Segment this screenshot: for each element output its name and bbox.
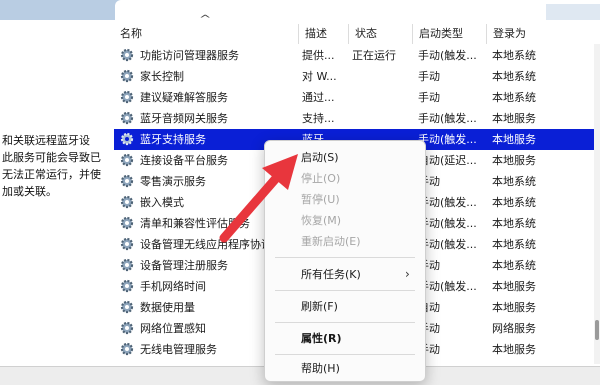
service-status xyxy=(352,66,412,87)
service-logon-as: 本地系统 xyxy=(492,238,536,251)
service-logon-as: 本地系统 xyxy=(492,49,536,62)
gear-icon xyxy=(120,153,134,167)
menu-item-label: 启动(S) xyxy=(301,151,339,164)
column-header-name[interactable]: 名称 xyxy=(114,24,298,44)
service-startup-type: 手动 xyxy=(418,343,440,356)
service-description: 对 W... xyxy=(302,70,337,83)
service-startup-type: 手动 xyxy=(418,322,440,335)
menu-item-label: 暂停(U) xyxy=(301,193,340,206)
service-logon-as: 网络服务 xyxy=(492,322,536,335)
service-startup-type: 手动 xyxy=(418,70,440,83)
service-logon-as: 本地系统 xyxy=(492,91,536,104)
service-startup-type: 自动 xyxy=(418,301,440,314)
menu-item-start[interactable]: 启动(S) xyxy=(265,147,425,168)
service-startup-type: 手动(触发... xyxy=(418,280,477,293)
gear-icon xyxy=(120,300,134,314)
service-row[interactable]: 家长控制 对 W... 手动 本地系统 xyxy=(114,66,600,87)
top-right-tab xyxy=(546,4,600,20)
window-top-band xyxy=(0,0,600,20)
column-header-startup-type[interactable]: 启动类型 xyxy=(412,24,486,44)
service-description: 提供... xyxy=(302,49,335,62)
vertical-scrollbar[interactable] xyxy=(594,44,600,364)
menu-item-help[interactable]: 帮助(H) xyxy=(265,358,425,379)
service-logon-as: 本地服务 xyxy=(492,301,536,314)
service-logon-as: 本地系统 xyxy=(492,217,536,230)
service-startup-type: 手动 xyxy=(418,175,440,188)
menu-item-restart: 重新启动(E) xyxy=(265,231,425,252)
menu-item-label: 恢复(M) xyxy=(301,214,342,227)
service-name: 蓝牙音频网关服务 xyxy=(140,112,228,125)
gear-icon xyxy=(120,69,134,83)
service-logon-as: 本地系统 xyxy=(492,259,536,272)
service-logon-as: 本地服务 xyxy=(492,133,536,146)
column-header-logon-as[interactable]: 登录为 xyxy=(486,24,566,44)
service-logon-as: 本地系统 xyxy=(492,70,536,83)
service-row[interactable]: 蓝牙音频网关服务 支持... 手动(触发... 本地服务 xyxy=(114,108,600,129)
service-description-text: 和关联远程蓝牙设 此服务可能会导致已 无法正常运行，并使 加或关联。 xyxy=(2,134,101,198)
scrollbar-thumb[interactable] xyxy=(595,320,599,340)
menu-item-label: 所有任务(K) xyxy=(301,268,361,281)
gear-icon xyxy=(120,321,134,335)
service-startup-type: 自动(延迟... xyxy=(418,154,477,167)
extended-description-panel: 和关联远程蓝牙设 此服务可能会导致已 无法正常运行，并使 加或关联。 xyxy=(0,20,114,384)
menu-item-properties[interactable]: 属性(R) xyxy=(265,328,425,349)
menu-item-resume: 恢复(M) xyxy=(265,210,425,231)
service-logon-as: 本地服务 xyxy=(492,343,536,356)
menu-item-refresh[interactable]: 刷新(F) xyxy=(265,296,425,317)
menu-separator xyxy=(275,290,415,291)
gear-icon xyxy=(120,279,134,293)
service-startup-type: 手动(触发... xyxy=(418,217,477,230)
gear-icon xyxy=(120,111,134,125)
service-startup-type: 手动 xyxy=(418,91,440,104)
gear-icon xyxy=(120,342,134,356)
menu-item-label: 刷新(F) xyxy=(301,300,338,313)
service-status: 正在运行 xyxy=(352,49,396,62)
service-row[interactable]: 建议疑难解答服务 通过... 手动 本地系统 xyxy=(114,87,600,108)
list-header: 名称 描述 状态 启动类型 登录为 xyxy=(114,24,600,44)
service-startup-type: 手动(触发... xyxy=(418,238,477,251)
menu-item-label: 帮助(H) xyxy=(301,362,340,375)
menu-separator xyxy=(275,354,415,355)
service-status xyxy=(352,87,412,108)
service-name: 功能访问管理器服务 xyxy=(140,49,239,62)
service-name: 家长控制 xyxy=(140,70,184,83)
menu-item-all-tasks[interactable]: 所有任务(K) › xyxy=(265,264,425,285)
service-description: 支持... xyxy=(302,112,335,125)
service-startup-type: 手动(触发... xyxy=(418,133,477,146)
gear-icon xyxy=(120,216,134,230)
service-logon-as: 本地服务 xyxy=(492,112,536,125)
service-startup-type: 手动 xyxy=(418,259,440,272)
service-status xyxy=(352,108,412,129)
gear-icon xyxy=(120,174,134,188)
service-startup-type: 手动(触发... xyxy=(418,49,477,62)
gear-icon xyxy=(120,237,134,251)
service-startup-type: 手动(触发... xyxy=(418,112,477,125)
gear-icon xyxy=(120,258,134,272)
service-startup-type: 手动(触发... xyxy=(418,196,477,209)
gear-icon xyxy=(120,195,134,209)
service-row[interactable]: 功能访问管理器服务 提供... 正在运行 手动(触发... 本地系统 xyxy=(114,45,600,66)
gear-icon xyxy=(120,90,134,104)
service-logon-as: 本地服务 xyxy=(492,280,536,293)
menu-item-stop: 停止(O) xyxy=(265,168,425,189)
service-logon-as: 本地服务 xyxy=(492,154,536,167)
menu-separator xyxy=(275,257,415,258)
menu-item-pause: 暂停(U) xyxy=(265,189,425,210)
gear-icon xyxy=(120,48,134,62)
service-name: 建议疑难解答服务 xyxy=(140,91,228,104)
column-header-description[interactable]: 描述 xyxy=(298,24,348,44)
gear-icon xyxy=(120,132,134,146)
service-logon-as: 本地系统 xyxy=(492,196,536,209)
menu-separator xyxy=(275,322,415,323)
list-header-frame xyxy=(115,0,600,20)
chevron-right-icon: › xyxy=(405,267,410,281)
menu-item-label: 停止(O) xyxy=(301,172,341,185)
service-logon-as: 本地系统 xyxy=(492,175,536,188)
context-menu: 启动(S) 停止(O) 暂停(U) 恢复(M) 重新启动(E) 所有任务(K) … xyxy=(264,140,426,382)
menu-item-label: 属性(R) xyxy=(301,332,342,345)
menu-item-label: 重新启动(E) xyxy=(301,235,361,248)
column-header-status[interactable]: 状态 xyxy=(348,24,412,44)
service-description: 通过... xyxy=(302,91,335,104)
